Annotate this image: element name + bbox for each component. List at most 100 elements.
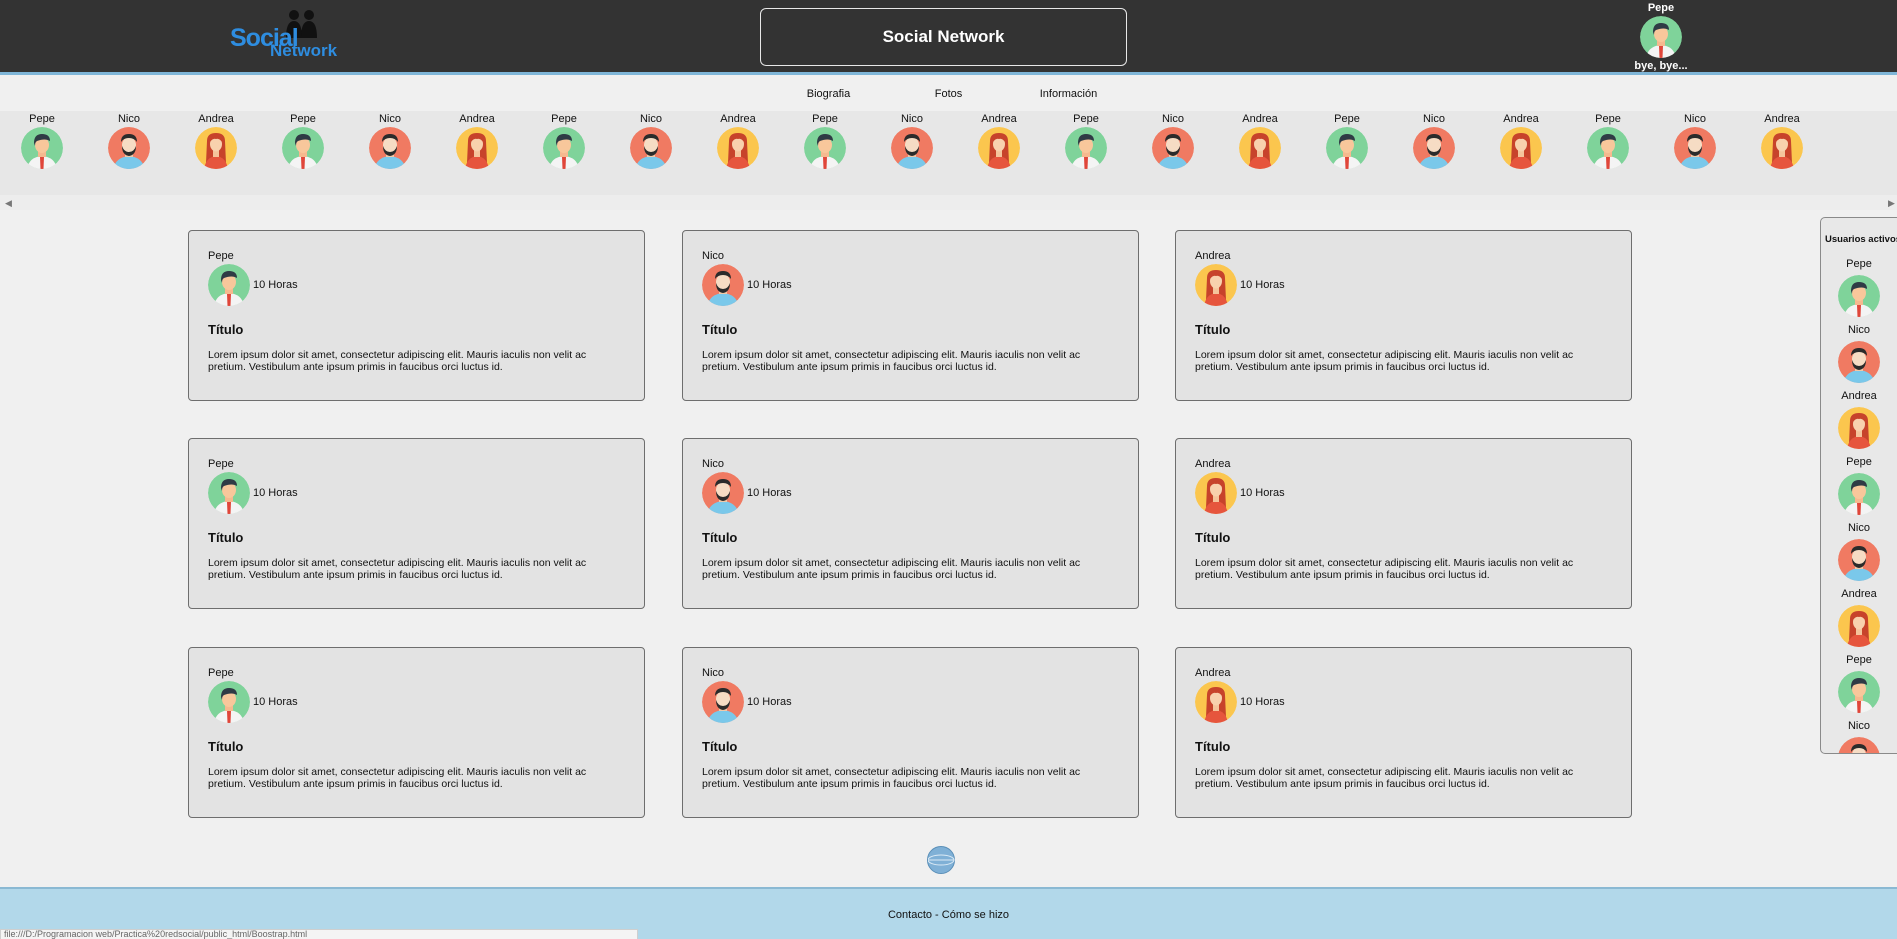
friend-item[interactable]: Andrea: [969, 113, 1029, 169]
friend-item[interactable]: Nico: [1143, 113, 1203, 169]
friend-avatar[interactable]: [891, 127, 933, 169]
friend-item[interactable]: Pepe: [1056, 113, 1116, 169]
friend-item[interactable]: Nico: [1665, 113, 1725, 169]
friend-avatar[interactable]: [369, 127, 411, 169]
friend-avatar[interactable]: [1587, 127, 1629, 169]
friend-avatar[interactable]: [282, 127, 324, 169]
post-author-avatar[interactable]: [1195, 264, 1237, 306]
footer-links[interactable]: Contacto - Cómo se hizo: [0, 909, 1897, 921]
globe-icon[interactable]: [927, 846, 955, 874]
active-user-avatar[interactable]: [1838, 341, 1880, 383]
friend-avatar[interactable]: [717, 127, 759, 169]
active-user-avatar[interactable]: [1838, 407, 1880, 449]
current-user-avatar[interactable]: [1640, 16, 1682, 58]
friend-avatar[interactable]: [21, 127, 63, 169]
post-author[interactable]: Pepe: [208, 458, 234, 470]
scroll-left-arrow-icon[interactable]: ◀: [5, 198, 12, 209]
post-author-avatar[interactable]: [702, 472, 744, 514]
post-author[interactable]: Andrea: [1195, 250, 1230, 262]
friend-item[interactable]: Andrea: [1491, 113, 1551, 169]
friend-avatar[interactable]: [804, 127, 846, 169]
horizontal-scrollbar[interactable]: ◀ ▶: [0, 195, 1897, 210]
friend-avatar[interactable]: [1413, 127, 1455, 169]
logo[interactable]: Social Network: [228, 10, 343, 65]
friend-avatar[interactable]: [978, 127, 1020, 169]
post-author-avatar[interactable]: [1195, 472, 1237, 514]
active-user[interactable]: Andrea: [1835, 588, 1883, 647]
friend-item[interactable]: Pepe: [1317, 113, 1377, 169]
friend-item[interactable]: Pepe: [12, 113, 72, 169]
scroll-right-arrow-icon[interactable]: ▶: [1888, 198, 1895, 209]
active-user[interactable]: Nico: [1835, 522, 1883, 581]
active-user[interactable]: Nico: [1835, 720, 1883, 753]
friend-item[interactable]: Andrea: [708, 113, 768, 169]
friend-avatar[interactable]: [543, 127, 585, 169]
logout-link[interactable]: bye, bye...: [1630, 60, 1692, 72]
post-card[interactable]: Nico 10 Horas Título Lorem ipsum dolor s…: [682, 230, 1139, 401]
post-body: Lorem ipsum dolor sit amet, consectetur …: [702, 557, 1081, 581]
active-user-avatar[interactable]: [1838, 539, 1880, 581]
active-user-avatar[interactable]: [1838, 605, 1880, 647]
friend-item[interactable]: Pepe: [1578, 113, 1638, 169]
browser-status-bar: file:///D:/Programacion web/Practica%20r…: [0, 929, 638, 939]
friend-avatar[interactable]: [1239, 127, 1281, 169]
post-author-avatar[interactable]: [208, 264, 250, 306]
post-card[interactable]: Andrea 10 Horas Título Lorem ipsum dolor…: [1175, 438, 1632, 609]
post-author[interactable]: Pepe: [208, 667, 234, 679]
active-user[interactable]: Pepe: [1835, 258, 1883, 317]
nav-fotos[interactable]: Fotos: [889, 78, 1009, 111]
friend-item[interactable]: Nico: [621, 113, 681, 169]
friend-item[interactable]: Nico: [882, 113, 942, 169]
post-card[interactable]: Nico 10 Horas Título Lorem ipsum dolor s…: [682, 438, 1139, 609]
post-author[interactable]: Nico: [702, 250, 724, 262]
friend-item[interactable]: Pepe: [273, 113, 333, 169]
post-author[interactable]: Pepe: [208, 250, 234, 262]
post-card[interactable]: Pepe 10 Horas Título Lorem ipsum dolor s…: [188, 647, 645, 818]
active-user-avatar[interactable]: [1838, 671, 1880, 713]
friend-item[interactable]: Pepe: [795, 113, 855, 169]
active-user-avatar[interactable]: [1838, 275, 1880, 317]
friend-avatar[interactable]: [195, 127, 237, 169]
friend-avatar[interactable]: [1065, 127, 1107, 169]
friend-item[interactable]: Nico: [1404, 113, 1464, 169]
nav-biografia[interactable]: Biografia: [769, 78, 889, 111]
post-author-avatar[interactable]: [208, 681, 250, 723]
friend-avatar[interactable]: [1761, 127, 1803, 169]
friend-item[interactable]: Andrea: [1230, 113, 1290, 169]
post-author-avatar[interactable]: [702, 264, 744, 306]
post-card[interactable]: Nico 10 Horas Título Lorem ipsum dolor s…: [682, 647, 1139, 818]
post-card[interactable]: Pepe 10 Horas Título Lorem ipsum dolor s…: [188, 438, 645, 609]
post-author[interactable]: Nico: [702, 667, 724, 679]
friend-avatar[interactable]: [1152, 127, 1194, 169]
post-author[interactable]: Nico: [702, 458, 724, 470]
post-card[interactable]: Andrea 10 Horas Título Lorem ipsum dolor…: [1175, 230, 1632, 401]
active-user-avatar[interactable]: [1838, 737, 1880, 753]
post-card[interactable]: Andrea 10 Horas Título Lorem ipsum dolor…: [1175, 647, 1632, 818]
friend-avatar[interactable]: [1326, 127, 1368, 169]
pepe-avatar-icon: [208, 681, 250, 723]
friend-item[interactable]: Pepe: [534, 113, 594, 169]
friends-strip[interactable]: Pepe Nico Andrea Pepe Nico Andrea Pepe N…: [0, 111, 1897, 195]
nav-informacion[interactable]: Información: [1009, 78, 1129, 111]
post-author-avatar[interactable]: [702, 681, 744, 723]
friend-item[interactable]: Andrea: [1752, 113, 1812, 169]
friend-item[interactable]: Nico: [99, 113, 159, 169]
post-author[interactable]: Andrea: [1195, 458, 1230, 470]
post-card[interactable]: Pepe 10 Horas Título Lorem ipsum dolor s…: [188, 230, 645, 401]
friend-avatar[interactable]: [1500, 127, 1542, 169]
post-author[interactable]: Andrea: [1195, 667, 1230, 679]
active-user[interactable]: Pepe: [1835, 456, 1883, 515]
active-user-avatar[interactable]: [1838, 473, 1880, 515]
post-author-avatar[interactable]: [1195, 681, 1237, 723]
friend-avatar[interactable]: [1674, 127, 1716, 169]
friend-avatar[interactable]: [456, 127, 498, 169]
active-user[interactable]: Nico: [1835, 324, 1883, 383]
friend-avatar[interactable]: [630, 127, 672, 169]
active-user[interactable]: Andrea: [1835, 390, 1883, 449]
friend-avatar[interactable]: [108, 127, 150, 169]
friend-item[interactable]: Andrea: [447, 113, 507, 169]
friend-item[interactable]: Nico: [360, 113, 420, 169]
friend-item[interactable]: Andrea: [186, 113, 246, 169]
post-author-avatar[interactable]: [208, 472, 250, 514]
active-user[interactable]: Pepe: [1835, 654, 1883, 713]
